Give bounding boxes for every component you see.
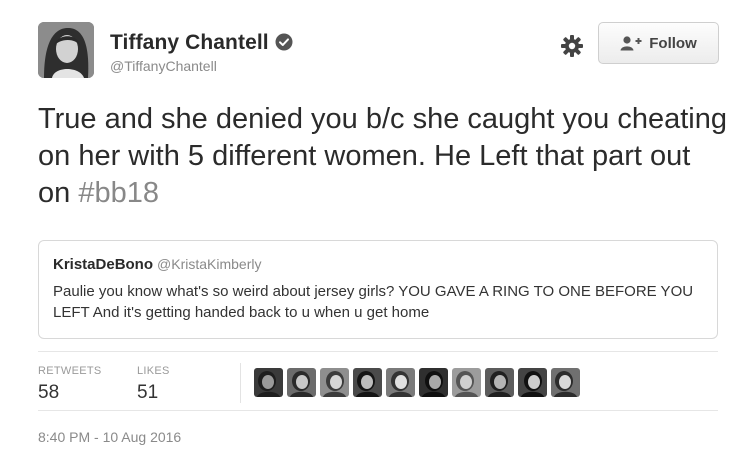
liker-avatar-photo (287, 368, 316, 397)
liker-avatar-photo (419, 368, 448, 397)
author-handle[interactable]: @TiffanyChantell (110, 58, 217, 74)
liker-avatars (254, 368, 580, 397)
avatar[interactable] (38, 22, 94, 78)
liker-avatar-photo (254, 368, 283, 397)
author-display-name[interactable]: Tiffany Chantell (110, 31, 269, 54)
quoted-tweet-header: KristaDeBono @KristaKimberly (53, 256, 703, 274)
verified-badge-icon (275, 33, 293, 51)
liker-avatar[interactable] (485, 368, 514, 397)
liker-avatar-photo (452, 368, 481, 397)
quoted-author-name[interactable]: KristaDeBono (53, 256, 153, 273)
liker-avatar[interactable] (386, 368, 415, 397)
add-user-icon (620, 36, 642, 51)
liker-avatar-photo (353, 368, 382, 397)
liker-avatar[interactable] (320, 368, 349, 397)
follow-button[interactable]: Follow (598, 22, 719, 64)
likes-label: LIKES (137, 365, 170, 377)
gear-icon[interactable] (560, 34, 584, 58)
tweet-text: True and she denied you b/c she caught y… (38, 101, 728, 212)
hashtag-link[interactable]: #bb18 (78, 177, 159, 209)
tweet-timestamp[interactable]: 8:40 PM - 10 Aug 2016 (38, 429, 181, 445)
liker-avatar[interactable] (419, 368, 448, 397)
retweets-label: RETWEETS (38, 365, 102, 377)
follow-button-label: Follow (649, 34, 697, 52)
liker-avatar[interactable] (287, 368, 316, 397)
quoted-tweet[interactable]: KristaDeBono @KristaKimberly Paulie you k… (38, 240, 718, 339)
liker-avatar-photo (518, 368, 547, 397)
stats-separator (240, 363, 241, 403)
liker-avatar-photo (386, 368, 415, 397)
liker-avatar[interactable] (551, 368, 580, 397)
retweets-count: 58 (38, 382, 60, 403)
quoted-tweet-text: Paulie you know what's so weird about je… (53, 283, 694, 321)
liker-avatar[interactable] (353, 368, 382, 397)
likes-count: 51 (137, 382, 159, 403)
author-name-row[interactable]: Tiffany Chantell (110, 31, 293, 55)
liker-avatar-photo (551, 368, 580, 397)
avatar-photo (38, 22, 94, 78)
liker-avatar[interactable] (254, 368, 283, 397)
liker-avatar-photo (485, 368, 514, 397)
likes-stat[interactable]: LIKES 51 (137, 365, 170, 404)
divider (38, 351, 718, 352)
quoted-author-handle[interactable]: @KristaKimberly (157, 256, 261, 272)
liker-avatar[interactable] (518, 368, 547, 397)
divider (38, 410, 718, 411)
retweets-stat[interactable]: RETWEETS 58 (38, 365, 102, 404)
liker-avatar-photo (320, 368, 349, 397)
liker-avatar[interactable] (452, 368, 481, 397)
